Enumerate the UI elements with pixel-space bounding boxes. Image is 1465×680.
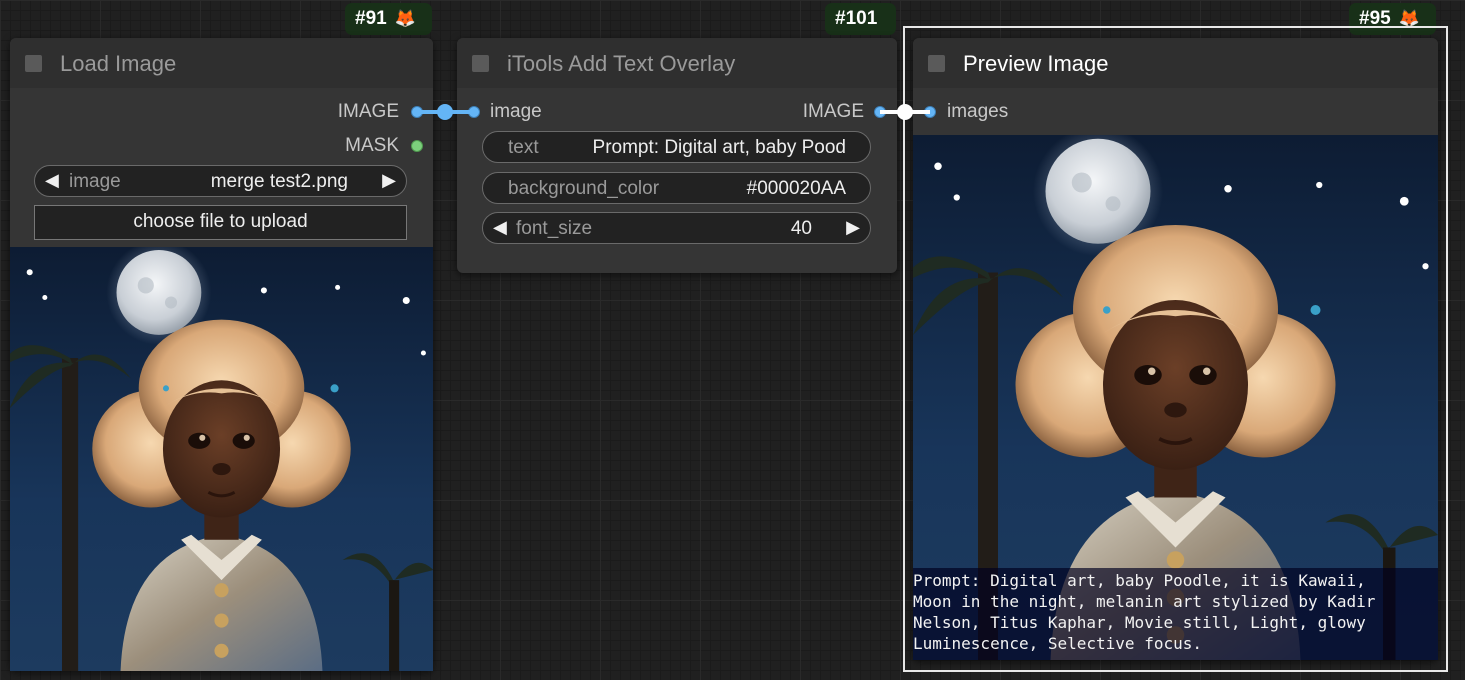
link-midpoint [437, 104, 453, 120]
link-layer [417, 104, 930, 120]
link-midpoint [897, 104, 913, 120]
